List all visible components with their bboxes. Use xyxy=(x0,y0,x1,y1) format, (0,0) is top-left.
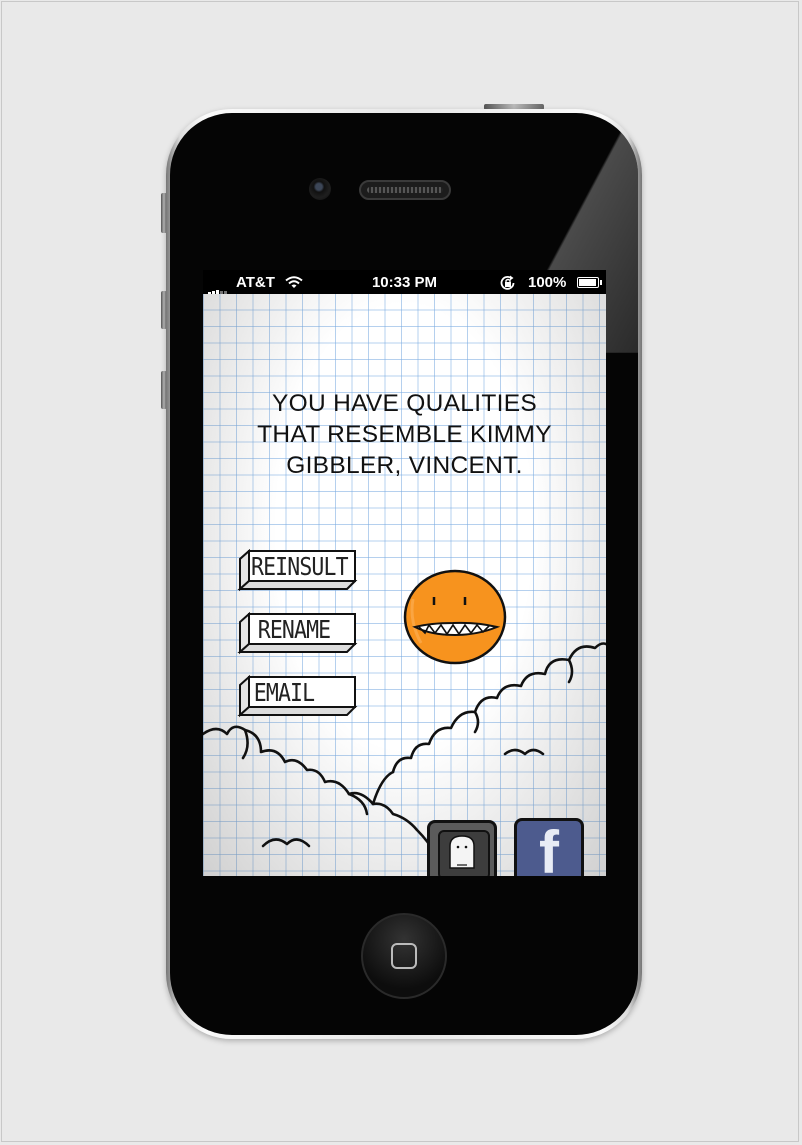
rename-label: RENAME xyxy=(257,615,331,644)
front-camera xyxy=(309,178,331,200)
rotation-lock-icon xyxy=(499,275,517,295)
battery-percent: 100% xyxy=(528,274,567,291)
status-bar: AT&T 10:33 PM 100% xyxy=(203,270,606,296)
ghost-app-icon[interactable] xyxy=(427,820,497,876)
orange-monster xyxy=(403,569,507,665)
graph-paper-background: YOU HAVE QUALITIES THAT RESEMBLE KIMMY G… xyxy=(203,294,606,876)
reinsult-button[interactable]: REINSULT xyxy=(237,549,359,593)
reinsult-label: REINSULT xyxy=(251,552,349,581)
screen: AT&T 10:33 PM 100% YOU HAVE QUALITIES TH… xyxy=(203,270,606,876)
facebook-share-button[interactable]: f xyxy=(514,818,584,876)
battery-icon xyxy=(577,277,602,288)
battery-level xyxy=(579,279,596,286)
ghost-icon xyxy=(449,835,475,869)
email-button[interactable]: EMAIL xyxy=(237,675,359,719)
home-button[interactable] xyxy=(361,913,447,999)
home-square-icon xyxy=(391,943,417,969)
rename-button[interactable]: RENAME xyxy=(237,612,359,656)
earpiece-speaker xyxy=(359,180,451,200)
email-label: EMAIL xyxy=(253,678,315,707)
ghost-icon-frame xyxy=(438,830,490,876)
facebook-icon: f xyxy=(539,819,559,877)
